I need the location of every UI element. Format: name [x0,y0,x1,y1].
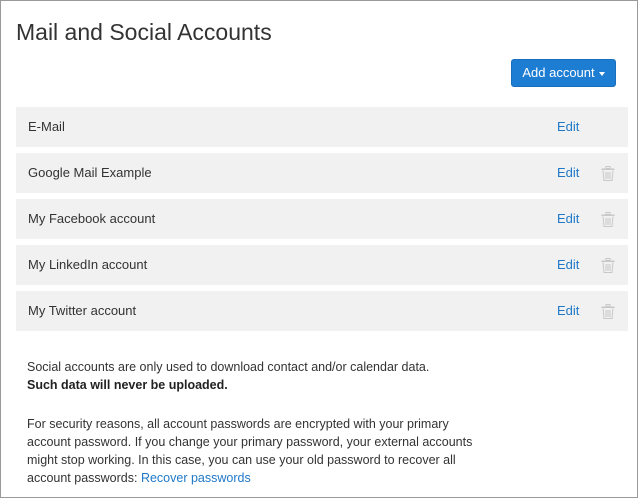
account-name: My Facebook account [28,211,156,226]
settings-panel: Mail and Social Accounts Add account E-M… [0,0,638,498]
trash-icon[interactable] [601,166,615,181]
account-list: E-Mail Edit Google Mail Example Edit My … [16,107,628,337]
trash-icon[interactable] [601,258,615,273]
social-accounts-note: Social accounts are only used to downloa… [27,358,487,394]
account-row-linkedin: My LinkedIn account Edit [16,245,628,285]
edit-account-link[interactable]: Edit [557,291,579,331]
recover-passwords-link[interactable]: Recover passwords [141,471,251,485]
account-row-facebook: My Facebook account Edit [16,199,628,239]
social-note-bold: Such data will never be uploaded. [27,378,228,392]
edit-account-link[interactable]: Edit [557,245,579,285]
add-account-button[interactable]: Add account [511,59,616,87]
trash-icon[interactable] [601,212,615,227]
account-name: Google Mail Example [28,165,152,180]
account-row-twitter: My Twitter account Edit [16,291,628,331]
edit-account-link[interactable]: Edit [557,107,579,147]
account-row-email: E-Mail Edit [16,107,628,147]
add-account-label: Add account [522,65,595,80]
account-row-google-mail: Google Mail Example Edit [16,153,628,193]
trash-icon[interactable] [601,304,615,319]
account-name: My Twitter account [28,303,137,318]
caret-down-icon [598,71,605,76]
edit-account-link[interactable]: Edit [557,199,579,239]
security-note: For security reasons, all account passwo… [27,415,487,487]
social-note-text: Social accounts are only used to downloa… [27,360,430,374]
account-name: E-Mail [28,119,65,134]
page-title: Mail and Social Accounts [16,19,272,45]
account-name: My LinkedIn account [28,257,148,272]
edit-account-link[interactable]: Edit [557,153,579,193]
